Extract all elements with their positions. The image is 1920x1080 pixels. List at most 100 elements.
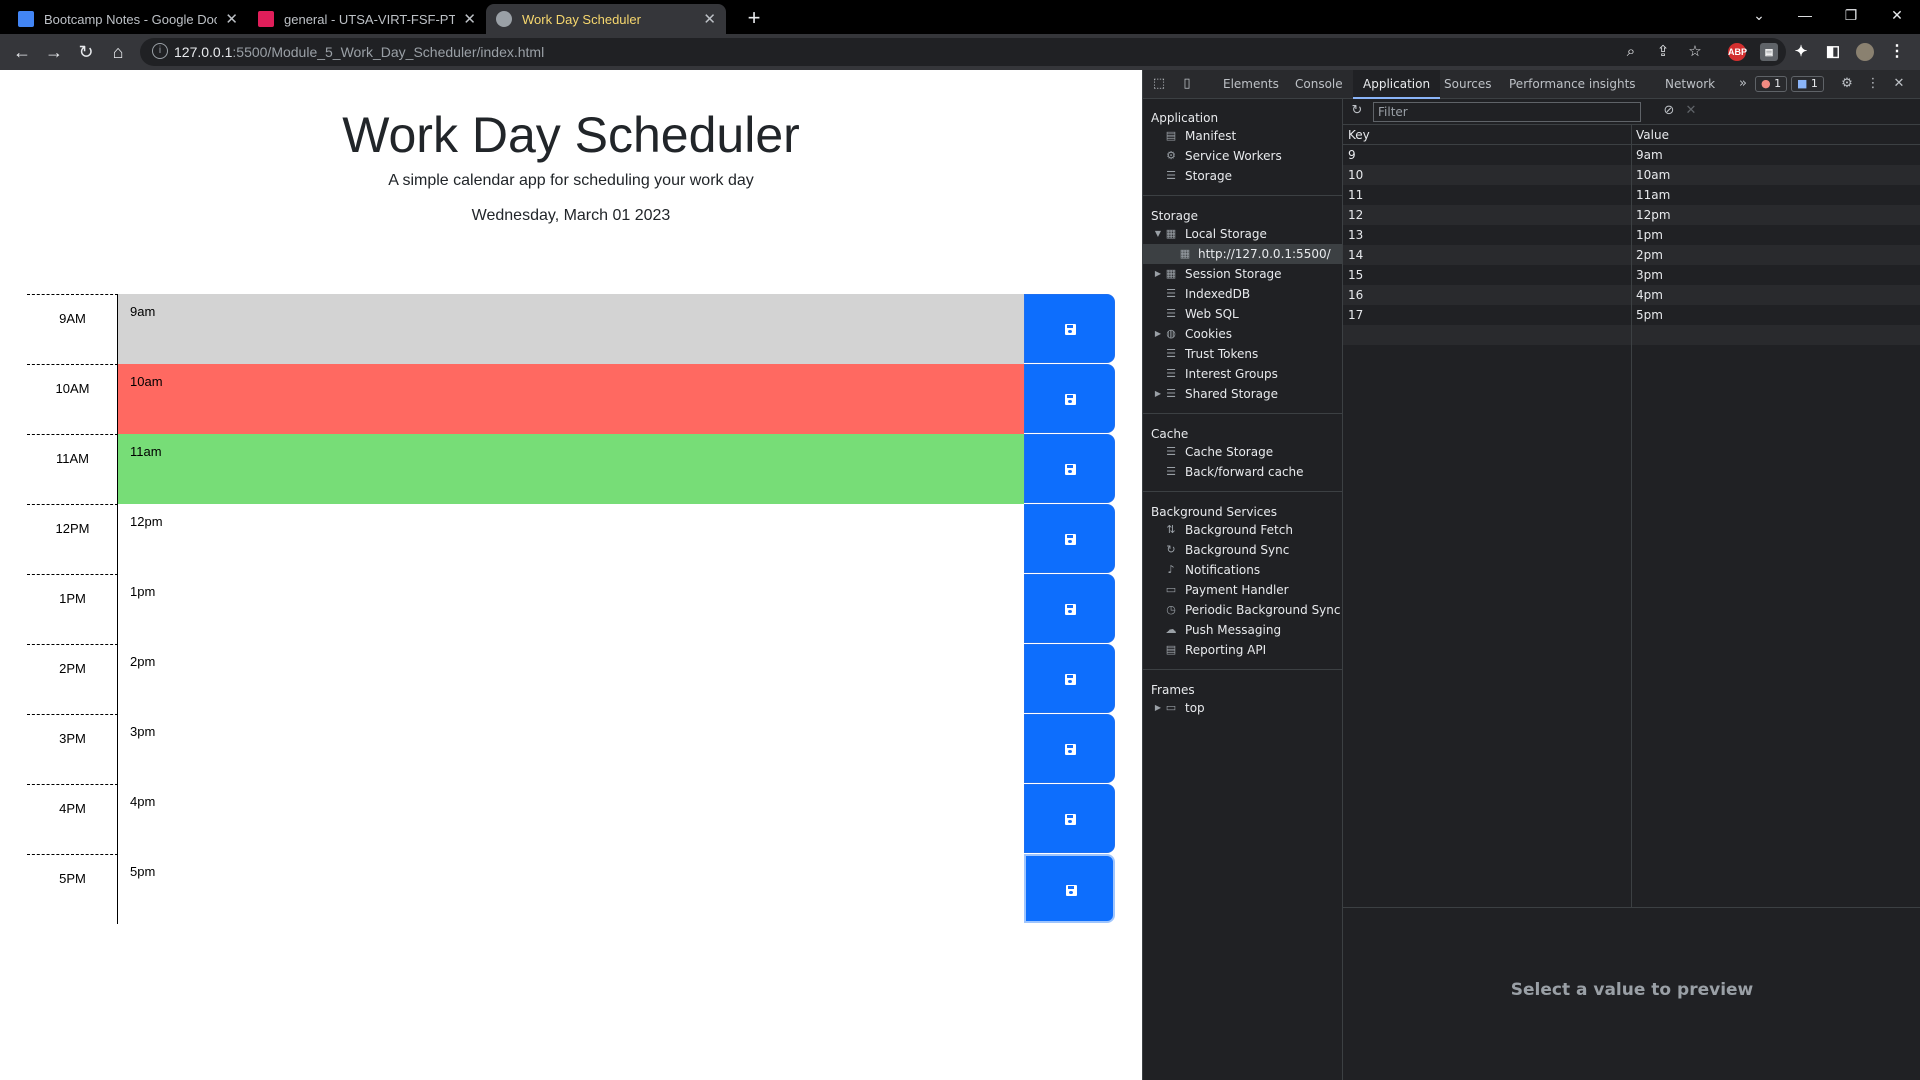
description-textarea[interactable]: 10am bbox=[118, 364, 1024, 434]
tab-elements[interactable]: Elements bbox=[1223, 70, 1279, 99]
sidebar-item-push-messaging[interactable]: ☁ Push Messaging bbox=[1143, 620, 1343, 640]
tab-search-icon[interactable]: ⌄ bbox=[1736, 0, 1782, 30]
save-button[interactable] bbox=[1024, 574, 1115, 643]
url-text[interactable]: 127.0.0.1:5500/Module_5_Work_Day_Schedul… bbox=[174, 44, 544, 60]
sidebar-item-trust-tokens[interactable]: ☰ Trust Tokens bbox=[1143, 344, 1343, 364]
minimize-button[interactable]: — bbox=[1782, 0, 1828, 30]
sidebar-item-back-forward-cache[interactable]: ☰ Back/forward cache bbox=[1143, 462, 1343, 482]
description-textarea[interactable]: 1pm bbox=[118, 574, 1024, 644]
restore-button[interactable]: ❐ bbox=[1828, 0, 1874, 30]
device-toolbar-icon[interactable]: ▯ bbox=[1179, 76, 1195, 92]
save-button[interactable] bbox=[1024, 714, 1115, 783]
side-panel-icon[interactable]: ◧ bbox=[1824, 43, 1842, 61]
expand-triangle-icon[interactable]: ▼ bbox=[1153, 224, 1163, 244]
tab-application[interactable]: Application bbox=[1353, 70, 1441, 99]
refresh-icon[interactable]: ↻ bbox=[1349, 103, 1365, 119]
description-textarea[interactable]: 3pm bbox=[118, 714, 1024, 784]
sidebar-item-indexeddb[interactable]: ☰ IndexedDB bbox=[1143, 284, 1343, 304]
sidebar-item-local-origin[interactable]: ▦ http://127.0.0.1:5500/ bbox=[1143, 244, 1343, 264]
filter-input[interactable] bbox=[1374, 103, 1640, 121]
error-count: 1 bbox=[1774, 77, 1782, 90]
kebab-menu-icon[interactable]: ⋮ bbox=[1888, 43, 1906, 61]
tab-bootcamp-notes[interactable]: Bootcamp Notes - Google Docs ✕ bbox=[8, 4, 248, 34]
clear-all-icon[interactable]: ⊘ bbox=[1661, 103, 1677, 119]
cell-value: 1pm bbox=[1636, 228, 1663, 242]
back-arrow-icon[interactable]: ← bbox=[10, 40, 34, 64]
save-button[interactable] bbox=[1024, 504, 1115, 573]
site-info-icon[interactable]: i bbox=[152, 43, 168, 59]
description-textarea[interactable]: 9am bbox=[118, 294, 1024, 364]
sidebar-item-local-storage[interactable]: ▼ ▦ Local Storage bbox=[1143, 224, 1343, 244]
error-count-badge[interactable]: ● 1 bbox=[1755, 76, 1788, 92]
puzzle-extensions-icon[interactable]: ✦ bbox=[1792, 43, 1810, 61]
sidebar-item-background-fetch[interactable]: ⇅ Background Fetch bbox=[1143, 520, 1343, 540]
sidebar-item-reporting-api[interactable]: ▤ Reporting API bbox=[1143, 640, 1343, 660]
sidebar-item-cookies[interactable]: ▶ ◍ Cookies bbox=[1143, 324, 1343, 344]
sidebar-item-payment-handler[interactable]: ▭ Payment Handler bbox=[1143, 580, 1343, 600]
sidebar-item-notifications[interactable]: ♪ Notifications bbox=[1143, 560, 1343, 580]
new-tab-button[interactable]: + bbox=[740, 4, 768, 32]
tab-console[interactable]: Console bbox=[1295, 70, 1343, 99]
collapsed-triangle-icon[interactable]: ▶ bbox=[1153, 698, 1163, 718]
sidebar-item-background-sync[interactable]: ↻ Background Sync bbox=[1143, 540, 1343, 560]
sidebar-item-cache-storage[interactable]: ☰ Cache Storage bbox=[1143, 442, 1343, 462]
close-window-button[interactable]: ✕ bbox=[1874, 0, 1920, 30]
collapsed-triangle-icon[interactable]: ▶ bbox=[1153, 264, 1163, 284]
description-textarea[interactable]: 12pm bbox=[118, 504, 1024, 574]
delete-selected-icon[interactable]: ✕ bbox=[1683, 103, 1699, 119]
description-textarea[interactable]: 5pm bbox=[118, 854, 1024, 924]
column-header-value[interactable]: Value bbox=[1636, 128, 1669, 142]
save-button[interactable] bbox=[1024, 854, 1115, 923]
tab-sources[interactable]: Sources bbox=[1444, 70, 1491, 99]
avatar[interactable] bbox=[1856, 43, 1874, 61]
sidebar-item-service-workers[interactable]: ⚙ Service Workers bbox=[1143, 146, 1343, 166]
storage-toolbar: ↻ ⊘ ✕ bbox=[1343, 99, 1920, 125]
description-textarea[interactable]: 2pm bbox=[118, 644, 1024, 714]
save-button[interactable] bbox=[1024, 784, 1115, 853]
collapsed-triangle-icon[interactable]: ▶ bbox=[1153, 384, 1163, 404]
home-icon[interactable]: ⌂ bbox=[106, 40, 130, 64]
close-tab-icon[interactable]: ✕ bbox=[703, 10, 716, 28]
sidebar-item-storage[interactable]: ☰ Storage bbox=[1143, 166, 1343, 186]
message-count-badge[interactable]: ■ 1 bbox=[1791, 76, 1824, 92]
sidebar-item-session-storage[interactable]: ▶ ▦ Session Storage bbox=[1143, 264, 1343, 284]
sidebar-item-interest-groups[interactable]: ☰ Interest Groups bbox=[1143, 364, 1343, 384]
sidebar-item-label: Cache Storage bbox=[1185, 445, 1274, 459]
close-tab-icon[interactable]: ✕ bbox=[225, 10, 238, 28]
kebab-menu-icon[interactable]: ⋮ bbox=[1865, 76, 1881, 92]
description-textarea[interactable]: 11am bbox=[118, 434, 1024, 504]
description-textarea[interactable]: 4pm bbox=[118, 784, 1024, 854]
save-button[interactable] bbox=[1024, 434, 1115, 503]
inspect-element-icon[interactable]: ⬚ bbox=[1151, 76, 1167, 92]
adblock-plus-icon[interactable]: ABP bbox=[1728, 43, 1747, 61]
sidebar-item-frame-top[interactable]: ▶ ▭ top bbox=[1143, 698, 1343, 718]
tab-slack-general[interactable]: general - UTSA-VIRT-FSF-PT-01- ✕ bbox=[248, 4, 486, 34]
share-icon[interactable]: ⇪ bbox=[1654, 43, 1672, 61]
tab-network[interactable]: Network bbox=[1665, 70, 1715, 99]
extension-icon[interactable]: ▤ bbox=[1760, 43, 1778, 61]
close-tab-icon[interactable]: ✕ bbox=[463, 10, 476, 28]
sidebar-item-web-sql[interactable]: ☰ Web SQL bbox=[1143, 304, 1343, 324]
close-devtools-icon[interactable]: ✕ bbox=[1891, 76, 1907, 92]
tab-work-day-scheduler[interactable]: Work Day Scheduler ✕ bbox=[486, 4, 726, 34]
cookie-icon: ◍ bbox=[1166, 327, 1176, 340]
collapsed-triangle-icon[interactable]: ▶ bbox=[1153, 324, 1163, 344]
tab-performance-insights[interactable]: Performance insights bbox=[1509, 70, 1636, 99]
sidebar-item-periodic-background-sync[interactable]: ◷ Periodic Background Sync bbox=[1143, 600, 1343, 620]
address-bar[interactable]: i 127.0.0.1:5500/Module_5_Work_Day_Sched… bbox=[140, 38, 1786, 66]
floppy-disk-icon bbox=[1065, 464, 1076, 475]
settings-gear-icon[interactable]: ⚙ bbox=[1839, 76, 1855, 92]
zoom-icon[interactable]: ⌕ bbox=[1622, 43, 1640, 61]
bookmark-star-icon[interactable]: ☆ bbox=[1686, 43, 1704, 61]
filter-box[interactable] bbox=[1373, 102, 1641, 122]
save-button[interactable] bbox=[1024, 364, 1115, 433]
more-tabs-icon[interactable]: » bbox=[1735, 76, 1751, 92]
sidebar-item-manifest[interactable]: ▤ Manifest bbox=[1143, 126, 1343, 146]
save-button[interactable] bbox=[1024, 644, 1115, 713]
save-button[interactable] bbox=[1024, 294, 1115, 363]
sidebar-item-shared-storage[interactable]: ▶ ☰ Shared Storage bbox=[1143, 384, 1343, 404]
reload-icon[interactable]: ↻ bbox=[74, 40, 98, 64]
forward-arrow-icon[interactable]: → bbox=[42, 40, 66, 64]
devtools-panel: ⬚ ▯ Elements Console Application Sources… bbox=[1142, 70, 1920, 1080]
column-header-key[interactable]: Key bbox=[1348, 128, 1370, 142]
